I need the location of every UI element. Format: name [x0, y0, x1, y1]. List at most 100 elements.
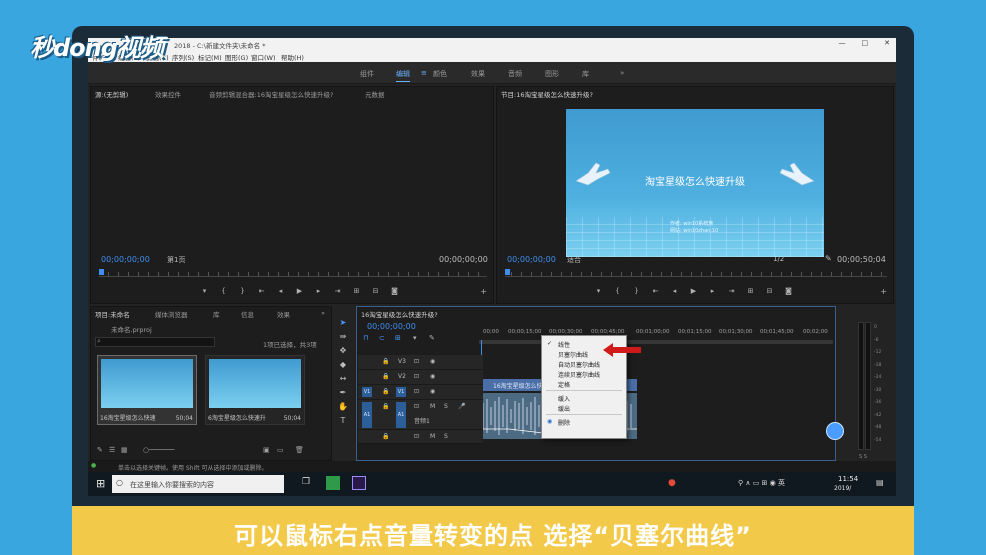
lift-icon[interactable]: ⊞ — [741, 287, 760, 297]
eye-icon[interactable]: ◉ — [430, 373, 435, 380]
menu-window[interactable]: 窗口(W) — [251, 52, 276, 62]
go-to-out-icon[interactable]: ⇥ — [722, 287, 741, 297]
list-view-icon[interactable]: ☰ — [109, 446, 115, 454]
maximize-button[interactable]: □ — [862, 39, 869, 47]
premiere-pro-icon[interactable] — [352, 476, 366, 490]
workspace-audio[interactable]: 音频 — [508, 69, 522, 79]
workspace-overflow-icon[interactable]: » — [620, 69, 624, 77]
extract-icon[interactable]: ⊟ — [760, 287, 779, 297]
add-marker-icon[interactable]: ▾ — [589, 287, 608, 297]
menu-sequence[interactable]: 序列(S) — [172, 52, 194, 62]
source-patch-a1[interactable]: A1 — [362, 402, 372, 428]
tab-source[interactable]: 源:(无剪辑) — [95, 89, 128, 99]
go-to-in-icon[interactable]: ⇤ — [646, 287, 665, 297]
timeline-timecode[interactable]: 00;00;00;00 — [367, 322, 416, 331]
selection-tool-icon[interactable]: ➤ — [337, 318, 349, 330]
program-playhead[interactable] — [505, 269, 510, 275]
lock-icon[interactable]: 🔒 — [382, 373, 389, 380]
lock-icon[interactable]: 🔒 — [382, 388, 389, 395]
program-scrub-bar[interactable] — [505, 269, 887, 277]
tab-overflow[interactable]: » — [321, 309, 325, 317]
track-target-a1[interactable]: A1 — [396, 402, 406, 428]
project-search-input[interactable] — [95, 337, 215, 347]
snap-icon[interactable]: ⊓ — [363, 334, 368, 342]
pen-tool-icon[interactable]: ✒ — [337, 388, 349, 400]
source-timecode[interactable]: 00;00;00;00 — [101, 255, 150, 264]
eye-icon[interactable]: ◉ — [430, 358, 435, 365]
workspace-editing[interactable]: 编辑 — [396, 69, 410, 82]
track-select-tool-icon[interactable]: ⇛ — [337, 332, 349, 344]
track-output-icon[interactable]: ⊡ — [414, 358, 419, 365]
task-view-icon[interactable]: ❐ — [302, 477, 310, 487]
minimize-button[interactable]: — — [839, 39, 846, 47]
mute-button[interactable]: M — [430, 403, 435, 410]
project-clip-1[interactable]: 16淘宝星级怎么快速 50;04 — [97, 355, 197, 425]
tab-sequence[interactable]: 16淘宝星级怎么快速升级? — [361, 309, 438, 319]
lock-icon[interactable]: 🔒 — [382, 358, 389, 365]
sync-lock-icon[interactable]: ⊡ — [414, 433, 419, 440]
taskbar-search-box[interactable]: ○ 在这里输入你要搜索的内容 — [112, 475, 284, 493]
source-playhead[interactable] — [99, 269, 104, 275]
slip-tool-icon[interactable]: ↔ — [337, 374, 349, 386]
solo-button[interactable]: S — [444, 433, 448, 440]
tab-effect-controls[interactable]: 效果控件 — [155, 89, 181, 99]
menu-help[interactable]: 帮助(H) — [281, 52, 304, 62]
source-patch-v1[interactable]: V1 — [362, 387, 372, 397]
work-area-bar[interactable] — [479, 340, 833, 344]
linked-selection-icon[interactable]: ⊂ — [379, 334, 385, 342]
mark-in-icon[interactable]: { — [214, 287, 233, 297]
eye-icon[interactable]: ◉ — [430, 388, 435, 395]
lock-icon[interactable]: 🔒 — [382, 433, 389, 440]
menu-marker[interactable]: 标记(M) — [198, 52, 222, 62]
tab-effects[interactable]: 效果 — [277, 309, 290, 319]
menu-graphics[interactable]: 图形(G) — [225, 52, 248, 62]
hand-tool-icon[interactable]: ✋ — [337, 402, 349, 414]
program-timecode[interactable]: 00;00;00;00 — [507, 255, 556, 264]
play-icon[interactable]: ▶ — [290, 287, 309, 297]
tab-info[interactable]: 信息 — [241, 309, 254, 319]
zoom-slider[interactable]: ○────── — [143, 446, 174, 454]
source-page-select[interactable]: 第1页 — [167, 255, 185, 265]
project-clip-2[interactable]: 6淘宝星级怎么快速升 50;04 — [205, 355, 305, 425]
menu-item-ease-out[interactable]: 缓出 — [558, 404, 570, 413]
tab-media-browser[interactable]: 媒体浏览器 — [155, 309, 188, 319]
insert-sequence-icon[interactable]: ⊞ — [395, 334, 401, 342]
go-to-out-icon[interactable]: ⇥ — [328, 287, 347, 297]
step-forward-icon[interactable]: ▸ — [703, 287, 722, 297]
type-tool-icon[interactable]: T — [337, 416, 349, 428]
menu-item-continuous-bezier[interactable]: 连续贝塞尔曲线 — [558, 370, 600, 379]
step-back-icon[interactable]: ◂ — [271, 287, 290, 297]
mark-in-icon[interactable]: { — [608, 287, 627, 297]
mark-out-icon[interactable]: } — [627, 287, 646, 297]
export-frame-icon[interactable]: ◙ — [385, 287, 404, 297]
workspace-effects[interactable]: 效果 — [471, 69, 485, 79]
tab-project[interactable]: 项目:未命名 — [95, 309, 130, 319]
step-forward-icon[interactable]: ▸ — [309, 287, 328, 297]
menu-item-auto-bezier[interactable]: 自动贝塞尔曲线 — [558, 360, 600, 369]
track-output-icon[interactable]: ⊡ — [414, 373, 419, 380]
taskbar-app-green-icon[interactable] — [326, 476, 340, 490]
source-scrub-bar[interactable] — [99, 269, 487, 277]
mic-icon[interactable]: 🎤 — [458, 403, 465, 410]
razor-tool-icon[interactable]: ◆ — [337, 360, 349, 372]
add-marker-icon[interactable]: ▾ — [195, 287, 214, 297]
export-frame-icon[interactable]: ◙ — [779, 287, 798, 297]
workspace-menu-icon[interactable]: ≡ — [421, 69, 427, 77]
sync-lock-icon[interactable]: ⊡ — [414, 403, 419, 410]
tray-app-icon[interactable]: ● — [668, 478, 676, 488]
menu-item-bezier[interactable]: 贝塞尔曲线 — [558, 350, 588, 359]
menu-item-hold[interactable]: 定格 — [558, 380, 570, 389]
mute-button[interactable]: M — [430, 433, 435, 440]
program-add-button-icon[interactable]: + — [880, 287, 887, 296]
workspace-assembly[interactable]: 组件 — [360, 69, 374, 79]
step-back-icon[interactable]: ◂ — [665, 287, 684, 297]
menu-item-ease-in[interactable]: 缓入 — [558, 394, 570, 403]
source-add-button-icon[interactable]: + — [480, 287, 487, 296]
tab-audio-mixer[interactable]: 音频剪辑混合器:16淘宝星级怎么快速升级? — [209, 89, 333, 99]
track-target-v1[interactable]: V1 — [396, 387, 406, 397]
play-icon[interactable]: ▶ — [684, 287, 703, 297]
workspace-libraries[interactable]: 库 — [582, 69, 589, 79]
insert-icon[interactable]: ⊞ — [347, 287, 366, 297]
mark-out-icon[interactable]: } — [233, 287, 252, 297]
windows-start-icon[interactable]: ⊞ — [96, 477, 105, 490]
